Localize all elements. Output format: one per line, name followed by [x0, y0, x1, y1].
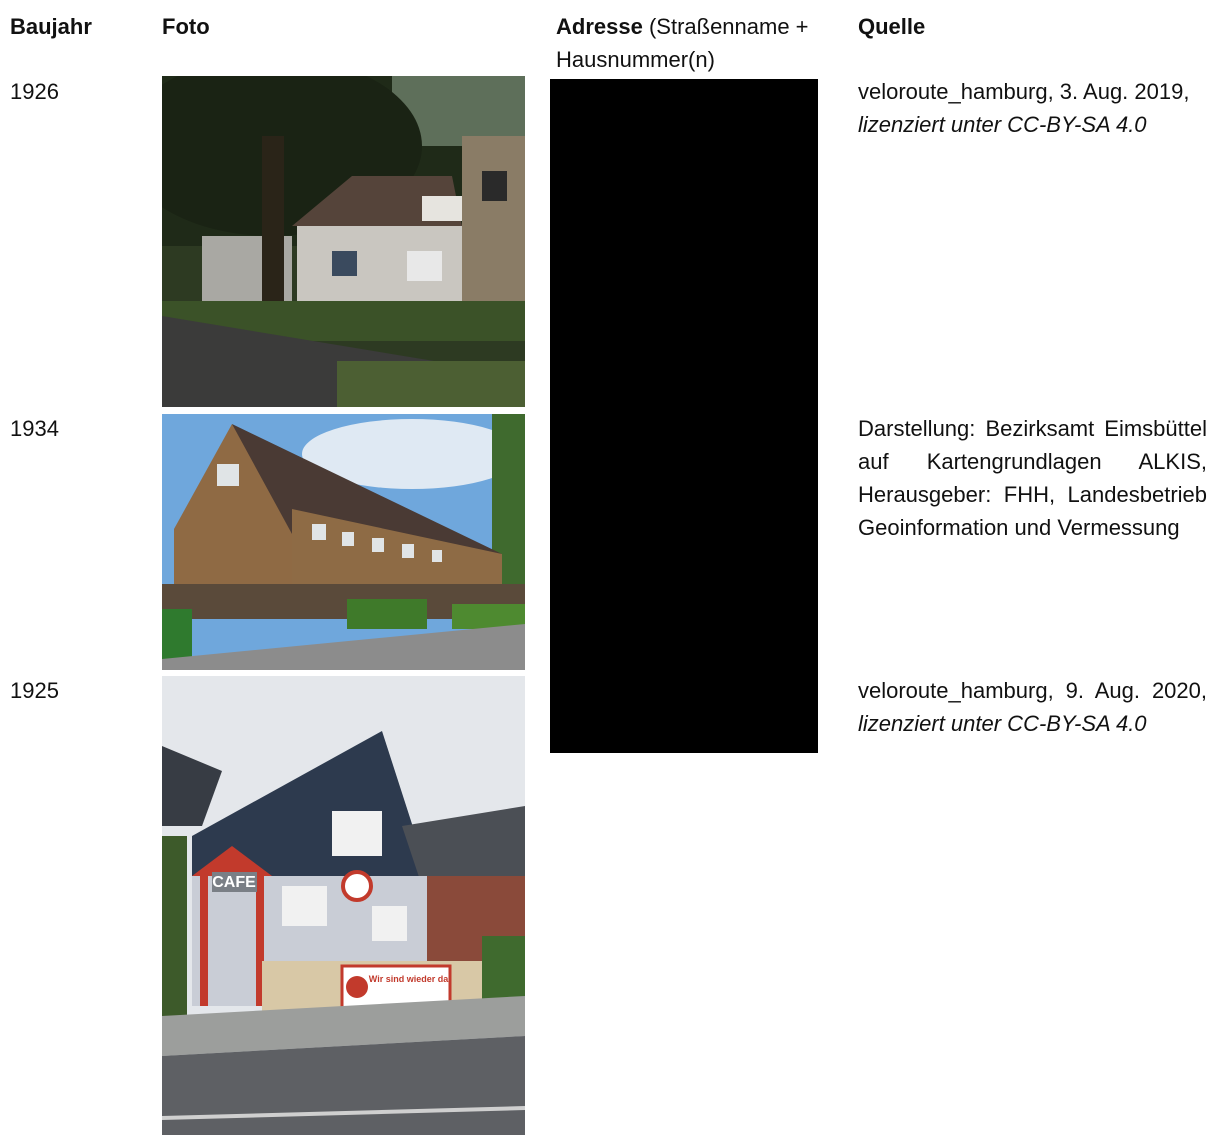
- photo-row-3: CAFE Wir sind wieder da!: [162, 676, 525, 1135]
- photo-row-1: [162, 76, 525, 407]
- source-row-1: veloroute_hamburg, 3. Aug. 2019, lizenzi…: [858, 75, 1207, 141]
- license-text-row-3: lizenziert unter CC-BY-SA 4.0: [858, 711, 1147, 736]
- header-source: Quelle: [858, 14, 926, 39]
- source-row-2: Darstellung: Bezirksamt Eims­büttel auf …: [858, 416, 1207, 540]
- year-row-1: 1926: [10, 79, 59, 104]
- license-text-row-1: lizenziert unter CC-BY-SA 4.0: [858, 112, 1147, 137]
- header-address-bold: Adresse: [556, 14, 643, 39]
- photo-house-trees-image: [162, 76, 525, 407]
- year-row-2: 1934: [10, 416, 59, 441]
- header-photo: Foto: [162, 14, 210, 39]
- cafe-sign-text: CAFE: [212, 874, 256, 891]
- header-year: Baujahr: [10, 14, 92, 39]
- header-address-rest: (Straßenname +: [642, 14, 809, 39]
- photo-row-2: [162, 414, 525, 670]
- photo-brick-rowhouses-image: [162, 414, 525, 670]
- source-text-row-1: veloroute_hamburg, 3. Aug. 2019,: [858, 79, 1190, 104]
- banner-text: Wir sind wieder da!: [369, 974, 451, 984]
- source-text-row-3: veloroute_hamburg, 9. Aug. 2020,: [858, 678, 1207, 703]
- year-row-3: 1925: [10, 678, 59, 703]
- photo-cafe-house-image: CAFE Wir sind wieder da!: [162, 676, 525, 1135]
- header-address-line2: Hausnummer(n): [556, 47, 715, 72]
- redacted-address-block: [550, 79, 818, 753]
- header-address: Adresse (Straßenname + Hausnummer(n): [556, 10, 846, 76]
- source-row-3: veloroute_hamburg, 9. Aug. 2020, lizenzi…: [858, 674, 1207, 740]
